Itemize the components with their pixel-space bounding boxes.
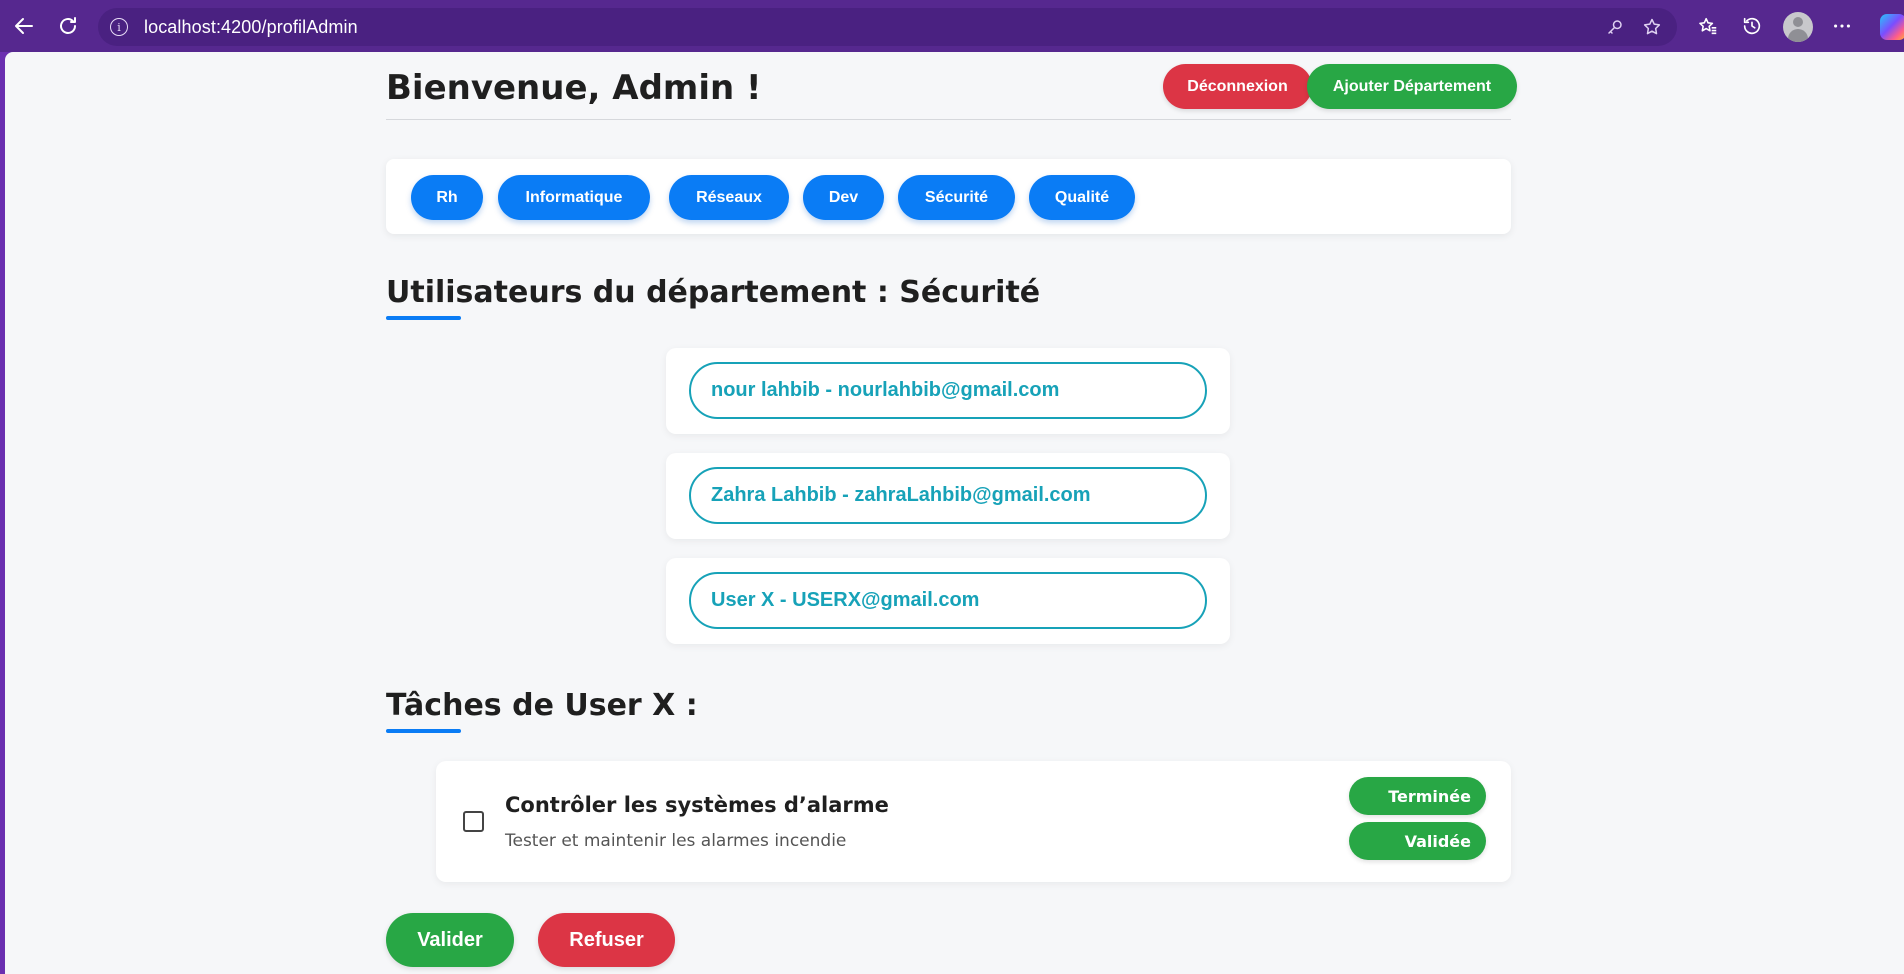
department-button-informatique[interactable]: Informatique xyxy=(498,175,650,220)
more-options-icon[interactable] xyxy=(1829,13,1855,39)
url-text[interactable]: localhost:4200/profilAdmin xyxy=(144,17,358,38)
department-button-rh[interactable]: Rh xyxy=(411,175,483,220)
scrollbar-track[interactable] xyxy=(1894,52,1904,974)
profile-avatar[interactable] xyxy=(1783,12,1813,42)
department-nav: Rh Informatique Réseaux Dev Sécurité Qua… xyxy=(386,159,1511,234)
user-card: Zahra Lahbib - zahraLahbib@gmail.com xyxy=(666,453,1230,539)
add-department-button[interactable]: Ajouter Département xyxy=(1307,64,1517,109)
user-card: User X - USERX@gmail.com xyxy=(666,558,1230,644)
star-icon[interactable] xyxy=(1641,16,1663,38)
department-button-reseaux[interactable]: Réseaux xyxy=(669,175,789,220)
copilot-icon[interactable] xyxy=(1880,14,1904,40)
validate-button[interactable]: Valider xyxy=(386,913,514,967)
task-checkbox[interactable] xyxy=(463,811,484,832)
page-header: Bienvenue, Admin ! Déconnexion Ajouter D… xyxy=(386,52,1517,120)
task-description: Tester et maintenir les alarmes incendie xyxy=(505,831,847,851)
status-badge-validee: Validée xyxy=(1349,822,1486,860)
address-bar[interactable]: i localhost:4200/profilAdmin xyxy=(98,8,1677,46)
task-title: Contrôler les systèmes d’alarme xyxy=(505,793,889,817)
reload-icon[interactable] xyxy=(54,12,82,40)
users-section-title: Utilisateurs du département : Sécurité xyxy=(386,275,1041,310)
history-icon[interactable] xyxy=(1739,13,1765,39)
site-info-icon[interactable]: i xyxy=(110,18,128,36)
department-button-qualite[interactable]: Qualité xyxy=(1029,175,1135,220)
page-viewport: Bienvenue, Admin ! Déconnexion Ajouter D… xyxy=(5,52,1894,974)
tasks-section-title: Tâches de User X : xyxy=(386,688,698,723)
page-title: Bienvenue, Admin ! xyxy=(386,68,762,108)
department-button-securite[interactable]: Sécurité xyxy=(898,175,1015,220)
logout-button[interactable]: Déconnexion xyxy=(1163,64,1312,109)
user-item[interactable]: nour lahbib - nourlahbib@gmail.com xyxy=(689,362,1207,419)
key-icon[interactable] xyxy=(1604,16,1626,38)
user-card: nour lahbib - nourlahbib@gmail.com xyxy=(666,348,1230,434)
department-button-dev[interactable]: Dev xyxy=(803,175,884,220)
refuse-button[interactable]: Refuser xyxy=(538,913,675,967)
user-item[interactable]: User X - USERX@gmail.com xyxy=(689,572,1207,629)
users-title-underline xyxy=(386,316,461,320)
back-icon[interactable] xyxy=(10,12,38,40)
user-item[interactable]: Zahra Lahbib - zahraLahbib@gmail.com xyxy=(689,467,1207,524)
tasks-title-underline xyxy=(386,729,461,733)
favorites-icon[interactable] xyxy=(1695,13,1721,39)
task-card: Contrôler les systèmes d’alarme Tester e… xyxy=(436,761,1511,882)
status-badge-terminee: Terminée xyxy=(1349,777,1486,815)
browser-toolbar: i localhost:4200/profilAdmin xyxy=(0,0,1904,52)
